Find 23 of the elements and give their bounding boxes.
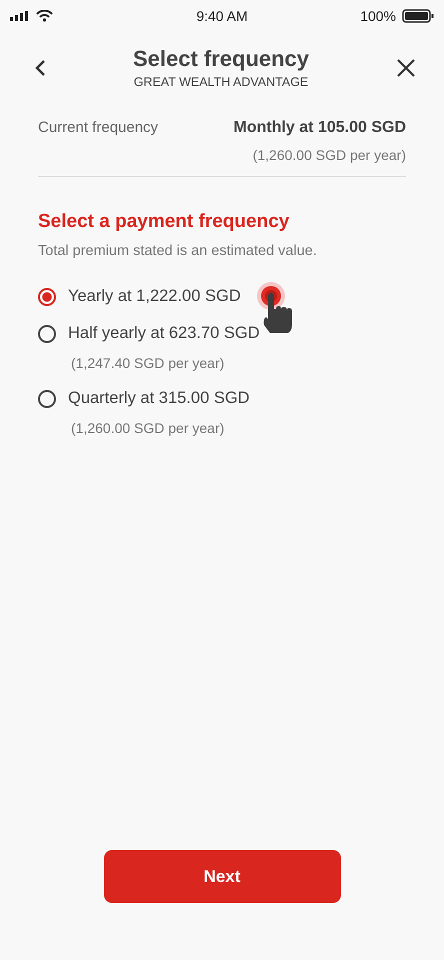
next-button[interactable]: Next — [104, 850, 340, 903]
wifi-icon — [36, 10, 53, 22]
signal-icon — [10, 11, 30, 21]
option-yearly-note: (1,247.40 SGD per year) — [71, 355, 226, 371]
current-frequency-label: Current frequency — [38, 119, 158, 136]
option-label[interactable]: Half yearly at 623.70 SGD — [68, 324, 260, 343]
radio-button[interactable] — [38, 390, 56, 408]
section-title: Select a payment frequency — [38, 211, 290, 233]
battery-icon — [402, 9, 434, 23]
page-subtitle: GREAT WEALTH ADVANTAGE — [134, 75, 308, 89]
page-title: Select frequency — [132, 46, 310, 72]
radio-button[interactable] — [38, 324, 56, 342]
option-label[interactable]: Quarterly at 315.00 SGD — [68, 389, 250, 408]
back-icon — [34, 58, 46, 76]
close-icon — [396, 58, 416, 78]
battery-percent: 100% — [360, 8, 396, 24]
option-yearly-note: (1,260.00 SGD per year) — [71, 420, 226, 436]
current-frequency-value: Monthly at 105.00 SGD — [234, 119, 406, 137]
current-yearly-note: (1,260.00 SGD per year) — [252, 147, 406, 163]
radio-button[interactable] — [38, 288, 56, 306]
section-note: Total premium stated is an estimated value. — [38, 243, 318, 259]
option-label[interactable]: Yearly at 1,222.00 SGD — [68, 287, 241, 306]
status-time: 9:40 AM — [196, 8, 248, 24]
